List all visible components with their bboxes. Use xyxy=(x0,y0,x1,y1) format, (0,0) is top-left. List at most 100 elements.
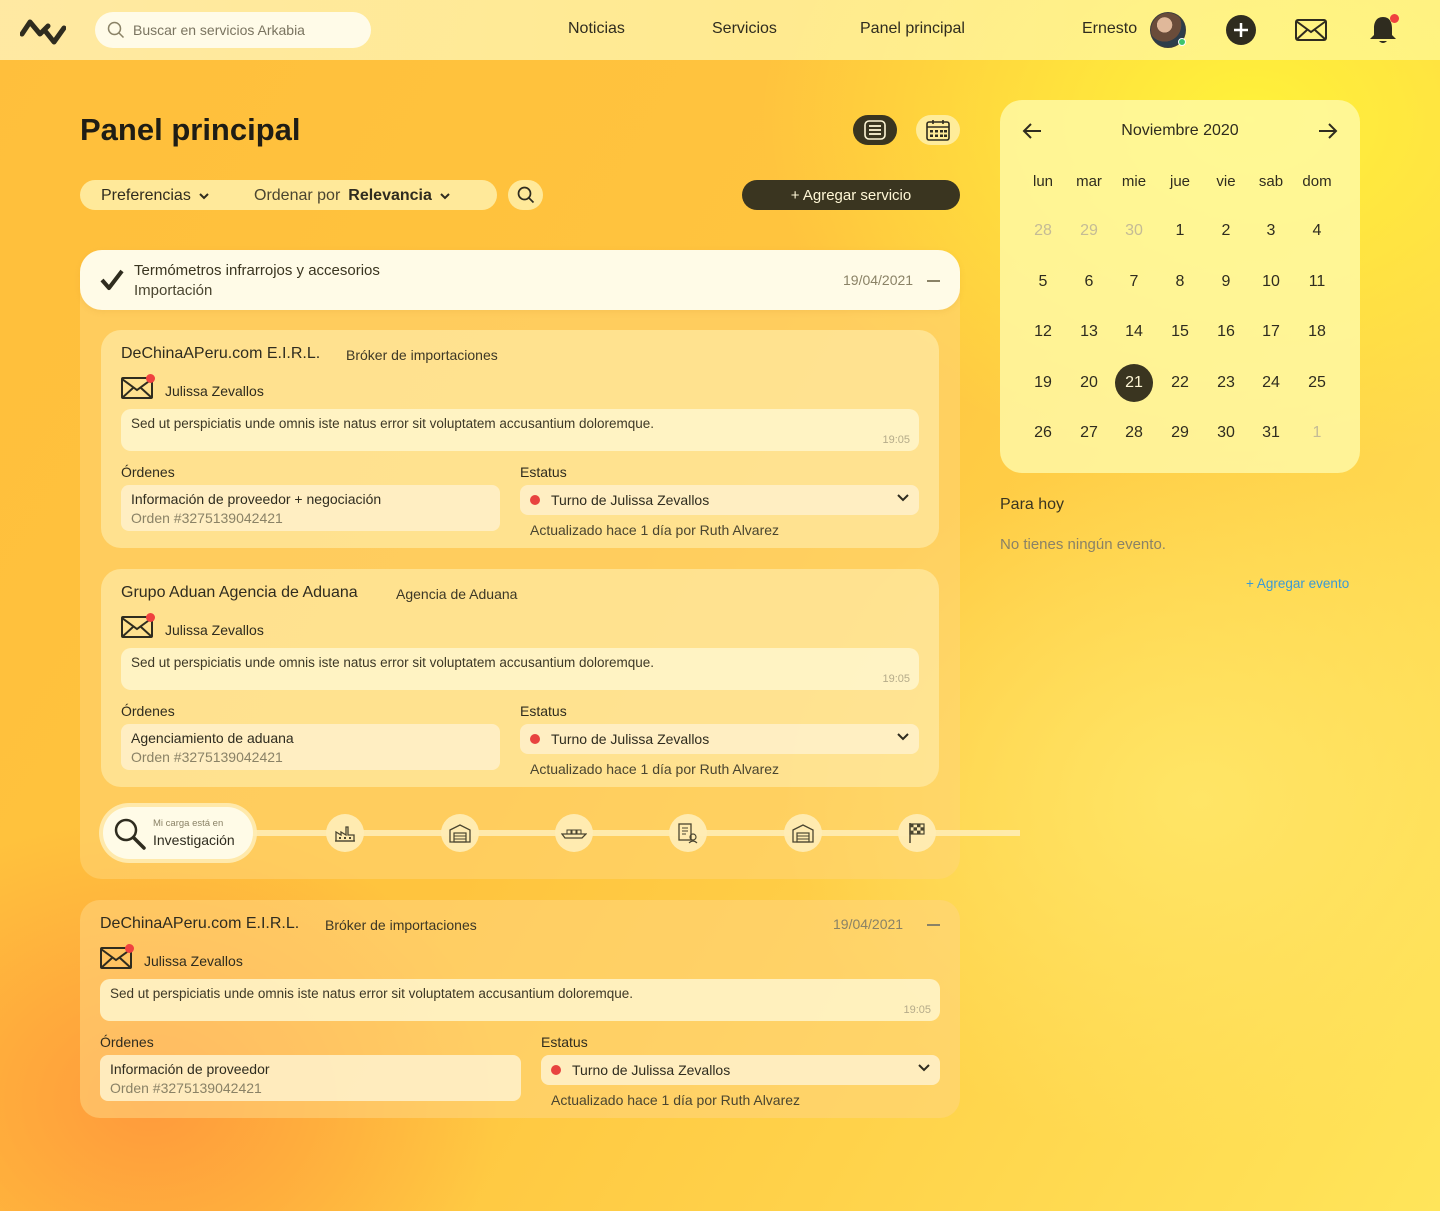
list-view-icon xyxy=(864,120,886,140)
calendar-day[interactable]: 11 xyxy=(1298,263,1336,301)
contact-name[interactable]: Julissa Zevallos xyxy=(165,622,264,638)
provider-company: Grupo Aduan Agencia de Aduana xyxy=(121,584,358,601)
sort-dropdown[interactable]: Ordenar por Relevancia xyxy=(254,187,450,205)
search-bar[interactable] xyxy=(95,12,371,48)
chevron-down-icon xyxy=(918,1064,930,1072)
calendar-day[interactable]: 25 xyxy=(1298,364,1336,402)
add-circle-icon[interactable] xyxy=(1225,14,1257,46)
collapse-icon[interactable] xyxy=(927,924,940,926)
current-stage[interactable]: Mi carga está en Investigación xyxy=(103,807,253,859)
order-item[interactable]: Información de proveedor + negociación O… xyxy=(121,485,500,531)
top-navigation-bar: Noticias Servicios Panel principal Ernes… xyxy=(0,0,1440,60)
documents-icon xyxy=(678,823,698,844)
filter-search-button[interactable] xyxy=(508,180,543,210)
add-service-button[interactable]: + Agregar servicio xyxy=(742,180,960,210)
calendar-day[interactable]: 20 xyxy=(1070,364,1108,402)
status-dropdown[interactable]: Turno de Julissa Zevallos xyxy=(541,1055,940,1085)
calendar-day[interactable]: 16 xyxy=(1207,313,1245,351)
calendar-day[interactable]: 8 xyxy=(1161,263,1199,301)
calendar-day[interactable]: 30 xyxy=(1115,212,1153,250)
stage-finish[interactable] xyxy=(898,814,936,852)
service-group: Termómetros infrarrojos y accesorios Imp… xyxy=(80,250,1020,879)
calendar-day[interactable]: 9 xyxy=(1207,263,1245,301)
order-number: Orden #3275139042421 xyxy=(131,510,283,526)
calendar-day[interactable]: 3 xyxy=(1252,212,1290,250)
calendar-day[interactable]: 14 xyxy=(1115,313,1153,351)
search-icon xyxy=(517,186,534,204)
search-input[interactable] xyxy=(133,22,353,38)
calendar-day[interactable]: 5 xyxy=(1024,263,1062,301)
status-updated: Actualizado hace 1 día por Ruth Alvarez xyxy=(551,1092,801,1108)
stage-warehouse[interactable] xyxy=(441,814,479,852)
provider-company: DeChinaAPeru.com E.I.R.L. xyxy=(100,915,300,932)
calendar-day[interactable]: 28 xyxy=(1115,414,1153,452)
message-time: 19:05 xyxy=(882,673,910,685)
calendar-day[interactable]: 12 xyxy=(1024,313,1062,351)
calendar-day[interactable]: 29 xyxy=(1070,212,1108,250)
unread-badge xyxy=(146,374,155,383)
collapse-icon[interactable] xyxy=(927,280,940,282)
calendar-day[interactable]: 29 xyxy=(1161,414,1199,452)
add-event-link[interactable]: + Agregar evento xyxy=(1246,576,1349,591)
stage-documents[interactable] xyxy=(669,814,707,852)
provider-card: Grupo Aduan Agencia de Aduana Agencia de… xyxy=(101,569,939,787)
nav-noticias[interactable]: Noticias xyxy=(568,20,625,38)
list-view-button[interactable] xyxy=(853,115,897,145)
message-preview[interactable]: Sed ut perspiciatis unde omnis iste natu… xyxy=(100,979,940,1021)
calendar-day[interactable]: 10 xyxy=(1252,263,1290,301)
order-number: Orden #3275139042421 xyxy=(110,1080,262,1096)
user-name[interactable]: Ernesto xyxy=(1082,20,1137,38)
avatar[interactable] xyxy=(1150,12,1186,48)
page-title: Panel principal xyxy=(80,112,301,147)
stage-ship[interactable] xyxy=(555,814,593,852)
status-dropdown[interactable]: Turno de Julissa Zevallos xyxy=(520,485,919,515)
calendar-day[interactable]: 31 xyxy=(1252,414,1290,452)
status-updated: Actualizado hace 1 día por Ruth Alvarez xyxy=(530,761,780,777)
arrow-right-icon[interactable] xyxy=(1318,122,1338,140)
message-preview[interactable]: Sed ut perspiciatis unde omnis iste natu… xyxy=(121,648,919,690)
order-item[interactable]: Información de proveedor Orden #32751390… xyxy=(100,1055,521,1101)
message-text: Sed ut perspiciatis unde omnis iste natu… xyxy=(110,986,634,1001)
calendar-day[interactable]: 22 xyxy=(1161,364,1199,402)
today-heading: Para hoy xyxy=(1000,496,1065,513)
warehouse-icon xyxy=(792,824,814,843)
calendar-day[interactable]: 28 xyxy=(1024,212,1062,250)
arkabia-logo[interactable] xyxy=(20,14,66,46)
calendar-day[interactable]: 1 xyxy=(1161,212,1199,250)
calendar-day[interactable]: 18 xyxy=(1298,313,1336,351)
calendar-day[interactable]: 13 xyxy=(1070,313,1108,351)
calendar-day[interactable]: 24 xyxy=(1252,364,1290,402)
calendar-day[interactable]: 17 xyxy=(1252,313,1290,351)
chevron-down-icon xyxy=(440,192,450,199)
calendar-day[interactable]: 19 xyxy=(1024,364,1062,402)
weekday-label: dom xyxy=(1302,173,1332,190)
calendar-day[interactable]: 7 xyxy=(1115,263,1153,301)
stage-factory[interactable] xyxy=(326,814,364,852)
calendar-day[interactable]: 15 xyxy=(1161,313,1199,351)
message-preview[interactable]: Sed ut perspiciatis unde omnis iste natu… xyxy=(121,409,919,451)
calendar-day[interactable]: 21 xyxy=(1115,363,1153,402)
calendar-day[interactable]: 1 xyxy=(1298,414,1336,452)
search-icon xyxy=(107,21,125,39)
calendar-day[interactable]: 4 xyxy=(1298,212,1336,250)
orders-label: Órdenes xyxy=(121,703,175,719)
calendar-day[interactable]: 27 xyxy=(1070,414,1108,452)
order-item[interactable]: Agenciamiento de aduana Orden #327513904… xyxy=(121,724,500,770)
service-group-header[interactable]: Termómetros infrarrojos y accesorios Imp… xyxy=(80,250,960,310)
calendar-day[interactable]: 23 xyxy=(1207,364,1245,402)
calendar-day[interactable]: 30 xyxy=(1207,414,1245,452)
status-dropdown[interactable]: Turno de Julissa Zevallos xyxy=(520,724,919,754)
calendar-view-button[interactable] xyxy=(916,115,960,145)
nav-servicios[interactable]: Servicios xyxy=(712,20,777,38)
contact-name[interactable]: Julissa Zevallos xyxy=(165,383,264,399)
calendar-day[interactable]: 26 xyxy=(1024,414,1062,452)
nav-panel-principal[interactable]: Panel principal xyxy=(860,20,965,38)
provider-role: Agencia de Aduana xyxy=(396,586,518,602)
preferences-dropdown[interactable]: Preferencias xyxy=(101,187,209,205)
calendar-day[interactable]: 2 xyxy=(1207,212,1245,250)
status-label: Estatus xyxy=(520,464,567,480)
mail-icon[interactable] xyxy=(1295,19,1327,41)
contact-name[interactable]: Julissa Zevallos xyxy=(144,953,243,969)
stage-warehouse-destination[interactable] xyxy=(784,814,822,852)
calendar-day[interactable]: 6 xyxy=(1070,263,1108,301)
